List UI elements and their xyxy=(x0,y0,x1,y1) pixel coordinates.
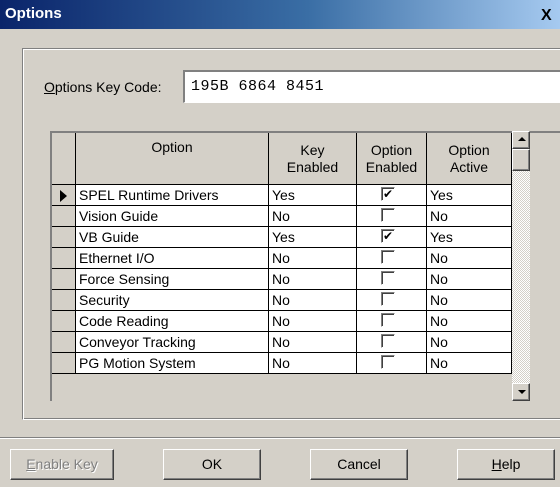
help-button[interactable]: Help xyxy=(457,449,555,480)
scroll-down-button[interactable] xyxy=(512,383,530,401)
cell-key-enabled[interactable]: No xyxy=(269,290,357,311)
divider xyxy=(0,437,560,439)
cell-option-enabled[interactable] xyxy=(357,290,427,311)
column-header-3[interactable]: Option Active xyxy=(427,133,512,185)
row-selector[interactable] xyxy=(52,206,76,227)
column-header-1[interactable]: Key Enabled xyxy=(269,133,357,185)
cell-key-enabled[interactable]: No xyxy=(269,332,357,353)
cell-option-enabled[interactable] xyxy=(357,248,427,269)
cell-option[interactable]: Vision Guide xyxy=(76,206,269,227)
cell-key-enabled[interactable]: No xyxy=(269,206,357,227)
options-grid[interactable]: Option Key Enabled Option Enabled Option Activ… xyxy=(50,131,560,401)
row-selector[interactable] xyxy=(52,353,76,374)
window-title: Options xyxy=(5,5,62,22)
row-selector[interactable] xyxy=(52,290,76,311)
scroll-up-button[interactable] xyxy=(512,131,530,149)
cell-option[interactable]: SPEL Runtime Drivers xyxy=(76,185,269,206)
cell-option-active[interactable]: No xyxy=(427,290,512,311)
option-enabled-checkbox[interactable] xyxy=(381,208,395,222)
help-label: elp xyxy=(501,456,521,472)
cell-key-enabled[interactable]: Yes xyxy=(269,185,357,206)
option-enabled-checkbox[interactable]: ✔ xyxy=(381,229,395,243)
cell-option-enabled[interactable] xyxy=(357,353,427,374)
cell-key-enabled[interactable]: No xyxy=(269,311,357,332)
cell-option-enabled[interactable] xyxy=(357,269,427,290)
row-selector[interactable] xyxy=(52,332,76,353)
cell-option[interactable]: Code Reading xyxy=(76,311,269,332)
cell-option-enabled[interactable]: ✔ xyxy=(357,227,427,248)
cell-option[interactable]: Ethernet I/O xyxy=(76,248,269,269)
help-mnemonic: H xyxy=(491,456,502,472)
cell-option[interactable]: Conveyor Tracking xyxy=(76,332,269,353)
cell-option[interactable]: Security xyxy=(76,290,269,311)
current-row-arrow-icon xyxy=(60,190,67,202)
label-text: ptions Key Code: xyxy=(54,79,162,95)
cell-option[interactable]: Force Sensing xyxy=(76,269,269,290)
option-enabled-checkbox[interactable]: ✔ xyxy=(381,187,395,201)
up-arrow-icon xyxy=(518,137,526,141)
column-header-2[interactable]: Option Enabled xyxy=(357,133,427,185)
option-enabled-checkbox[interactable] xyxy=(381,271,395,285)
option-enabled-checkbox[interactable] xyxy=(381,313,395,327)
option-enabled-checkbox[interactable] xyxy=(381,250,395,264)
close-button[interactable]: X xyxy=(541,8,560,26)
vertical-scrollbar[interactable] xyxy=(512,131,530,401)
cell-option-active[interactable]: No xyxy=(427,332,512,353)
down-arrow-icon xyxy=(518,390,526,394)
option-enabled-checkbox[interactable] xyxy=(381,292,395,306)
cell-option-enabled[interactable] xyxy=(357,311,427,332)
cell-option-active[interactable]: Yes xyxy=(427,185,512,206)
option-enabled-checkbox[interactable] xyxy=(381,355,395,369)
row-selector[interactable] xyxy=(52,269,76,290)
cell-key-enabled[interactable]: Yes xyxy=(269,227,357,248)
options-key-code-input[interactable]: 195B 6864 8451 xyxy=(183,70,560,103)
cell-option-active[interactable]: No xyxy=(427,206,512,227)
row-selector[interactable] xyxy=(52,311,76,332)
cell-key-enabled[interactable]: No xyxy=(269,269,357,290)
cell-key-enabled[interactable]: No xyxy=(269,248,357,269)
enable-key-button[interactable]: Enable Key xyxy=(10,449,114,480)
cell-option-active[interactable]: Yes xyxy=(427,227,512,248)
cell-option-active[interactable]: No xyxy=(427,353,512,374)
cell-option[interactable]: VB Guide xyxy=(76,227,269,248)
row-selector[interactable] xyxy=(52,227,76,248)
option-enabled-checkbox[interactable] xyxy=(381,334,395,348)
cell-option-active[interactable]: No xyxy=(427,311,512,332)
options-key-code-label: Options Key Code: xyxy=(44,79,162,95)
column-header-0[interactable]: Option xyxy=(76,133,269,185)
enable-key-label: nable Key xyxy=(35,456,98,472)
cell-option[interactable]: PG Motion System xyxy=(76,353,269,374)
cell-option-enabled[interactable] xyxy=(357,206,427,227)
cell-option-active[interactable]: No xyxy=(427,248,512,269)
cell-option-enabled[interactable] xyxy=(357,332,427,353)
scroll-thumb[interactable] xyxy=(512,149,530,171)
ok-button[interactable]: OK xyxy=(163,449,261,480)
row-selector[interactable] xyxy=(52,185,76,206)
cancel-button[interactable]: Cancel xyxy=(310,449,408,480)
enable-key-mnemonic: E xyxy=(26,456,36,472)
label-mnemonic: O xyxy=(44,79,55,95)
title-bar[interactable]: Options X xyxy=(0,0,560,29)
options-dialog: Options X Options Key Code: 195B 6864 84… xyxy=(0,0,560,487)
grid-corner-header xyxy=(52,133,76,185)
cell-key-enabled[interactable]: No xyxy=(269,353,357,374)
row-selector[interactable] xyxy=(52,248,76,269)
cell-option-active[interactable]: No xyxy=(427,269,512,290)
cell-option-enabled[interactable]: ✔ xyxy=(357,185,427,206)
